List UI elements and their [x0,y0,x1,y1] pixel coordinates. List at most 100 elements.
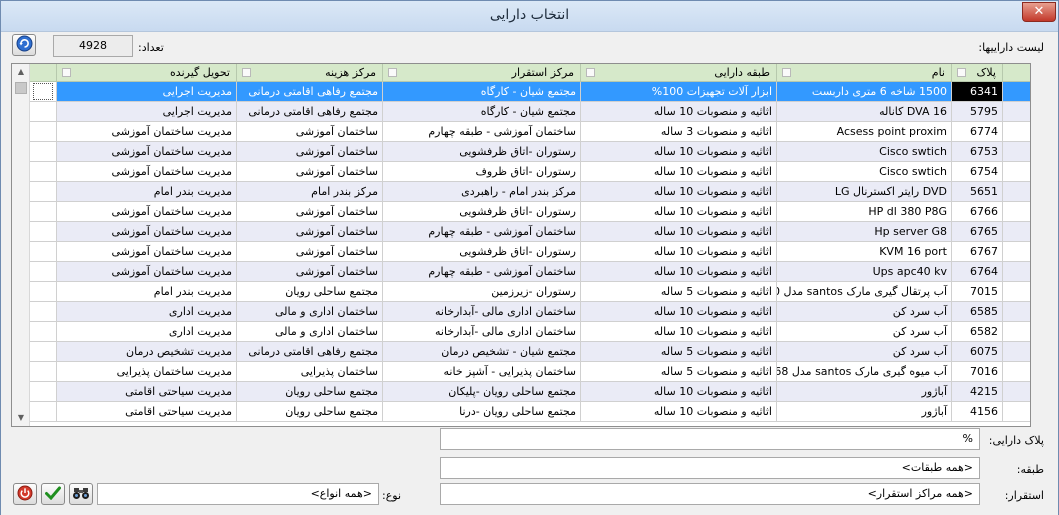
table-row[interactable]: مدیریت اداری ساختمان اداری و مالی ساختمان … [12,322,1030,342]
table-row[interactable]: مدیریت اداری ساختمان اداری و مالی ساختمان … [12,302,1030,322]
table-row[interactable]: مدیریت ساختمان آموزشی ساختمان آموزشی رستور… [12,162,1030,182]
binoculars-icon [72,486,90,503]
header-filter-checkbox[interactable] [388,68,397,77]
row-indicator[interactable] [30,262,57,282]
table-row[interactable]: مدیریت ساختمان آموزشی ساختمان آموزشی ساختم… [12,222,1030,242]
header-plak[interactable]: پلاک [952,64,1003,82]
row-indicator[interactable] [30,102,57,122]
cell-plak: 4156 [952,402,1003,422]
window-title: انتخاب دارایی [489,7,570,23]
cell-category: اثاثیه و منصوبات 10 ساله [581,202,777,222]
header-name[interactable]: نام [777,64,952,82]
header-blank-right [1003,64,1030,82]
ok-button[interactable] [41,483,65,505]
table-row[interactable]: مدیریت تشخیص درمان مجتمع رفاهی اقامتی درم… [12,342,1030,362]
header-filter-checkbox[interactable] [242,68,251,77]
header-filter-checkbox[interactable] [62,68,71,77]
row-tail [1003,322,1030,342]
cell-location: ساختمان آموزشی - طبقه چهارم [383,262,581,282]
cell-location: رستوران -زیرزمین [383,282,581,302]
cell-category: ابزار آلات تجهیزات 100% [581,82,777,102]
type-filter-label: نوع: [382,489,402,502]
table-row[interactable]: مدیریت ساختمان آموزشی ساختمان آموزشی رستور… [12,202,1030,222]
row-indicator[interactable] [30,322,57,342]
row-indicator[interactable] [30,342,57,362]
cell-location: مجتمع شیان - تشخیص درمان [383,342,581,362]
cell-location: رستوران -اتاق ظرفشویی [383,142,581,162]
cell-location: مجتمع شیان - کارگاه [383,82,581,102]
row-indicator[interactable] [30,182,57,202]
table-row[interactable]: مدیریت اجرایی مجتمع رفاهی اقامتی درمانی مج… [12,102,1030,122]
header-cost-center[interactable]: مرکز هزینه [237,64,383,82]
cell-plak: 6764 [952,262,1003,282]
cell-name: آب سرد کن [777,342,952,362]
table-row[interactable]: مدیریت ساختمان آموزشی ساختمان آموزشی رستور… [12,142,1030,162]
row-indicator[interactable] [30,402,57,422]
cell-name: آباژور [777,382,952,402]
table-row[interactable]: مدیریت ساختمان آموزشی ساختمان آموزشی ساختم… [12,262,1030,282]
cell-category: اثاثیه و منصوبات 5 ساله [581,282,777,302]
row-indicator[interactable] [30,82,57,102]
cell-receiver: مدیریت ساختمان آموزشی [57,122,237,142]
cell-plak: 6766 [952,202,1003,222]
table-row[interactable]: مدیریت ساختمان آموزشی ساختمان آموزشی رستور… [12,242,1030,262]
table-row[interactable]: مدیریت بندر امام مرکز بندر امام مرکز بندر … [12,182,1030,202]
header-location[interactable]: مرکز استقرار [383,64,581,82]
table-row[interactable]: مدیریت سیاحتی اقامتی مجتمع ساحلی رویان مجت… [12,402,1030,422]
row-tail [1003,362,1030,382]
row-indicator[interactable] [30,122,57,142]
category-filter-select[interactable]: <همه طبقات> [440,457,980,479]
table-row[interactable]: مدیریت اجرایی مجتمع رفاهی اقامتی درمانی مج… [12,82,1030,102]
title-bar: انتخاب دارایی ✕ [1,1,1058,32]
row-tail [1003,382,1030,402]
type-filter-select[interactable]: <همه انواع> [97,483,379,505]
close-button[interactable]: ✕ [1022,2,1056,22]
cell-receiver: مدیریت ساختمان آموزشی [57,262,237,282]
row-indicator[interactable] [30,202,57,222]
cell-name: DVD رایتر اکسترنال LG [777,182,952,202]
row-indicator[interactable] [30,142,57,162]
cell-cost-center: مرکز بندر امام [237,182,383,202]
header-filter-checkbox[interactable] [586,68,595,77]
location-filter-select[interactable]: <همه مراکز استقرار> [440,483,980,505]
plak-filter-input[interactable]: % [440,428,980,450]
row-indicator[interactable] [30,162,57,182]
row-indicator[interactable] [30,222,57,242]
cell-category: اثاثیه و منصوبات 10 ساله [581,302,777,322]
cell-name: Cisco swtich [777,142,952,162]
row-tail [1003,162,1030,182]
cell-name: آب سرد کن [777,302,952,322]
refresh-button[interactable] [12,34,36,56]
cell-location: مرکز بندر امام - راهبردی [383,182,581,202]
row-indicator[interactable] [30,282,57,302]
header-receiver[interactable]: تحویل گیرنده [57,64,237,82]
row-tail [1003,202,1030,222]
row-indicator[interactable] [30,302,57,322]
cell-plak: 6341 [952,82,1003,102]
cancel-button[interactable] [13,483,37,505]
table-row[interactable]: مدیریت ساختمان آموزشی ساختمان آموزشی ساختم… [12,122,1030,142]
header-filter-checkbox[interactable] [957,68,966,77]
cell-location: مجتمع ساحلی رویان -پلیکان [383,382,581,402]
header-filter-checkbox[interactable] [782,68,791,77]
power-icon [17,485,33,504]
row-indicator[interactable] [30,382,57,402]
cell-name: Acsess point proxim [777,122,952,142]
table-row[interactable]: مدیریت بندر امام مجتمع ساحلی رویان رستوران… [12,282,1030,302]
scroll-up-icon[interactable]: ▲ [15,66,27,78]
cell-plak: 6767 [952,242,1003,262]
row-tail [1003,182,1030,202]
asset-list-label: لیست داراییها: [978,41,1044,54]
cell-name: آب سرد کن [777,322,952,342]
table-row[interactable]: مدیریت سیاحتی اقامتی مجتمع ساحلی رویان مجت… [12,382,1030,402]
assets-grid[interactable]: ▲ ▼ تحویل گیرنده مرکز هزینه مرکز استقرار… [11,63,1031,427]
cell-category: اثاثیه و منصوبات 5 ساله [581,362,777,382]
table-row[interactable]: مدیریت ساختمان پذیرایی ساختمان پذیرایی ساخ… [12,362,1030,382]
search-button[interactable] [69,483,93,505]
cell-receiver: مدیریت بندر امام [57,282,237,302]
cell-plak: 6774 [952,122,1003,142]
header-category[interactable]: طبقه دارایی [581,64,777,82]
row-indicator[interactable] [30,242,57,262]
row-indicator[interactable] [30,362,57,382]
cell-plak: 6582 [952,322,1003,342]
